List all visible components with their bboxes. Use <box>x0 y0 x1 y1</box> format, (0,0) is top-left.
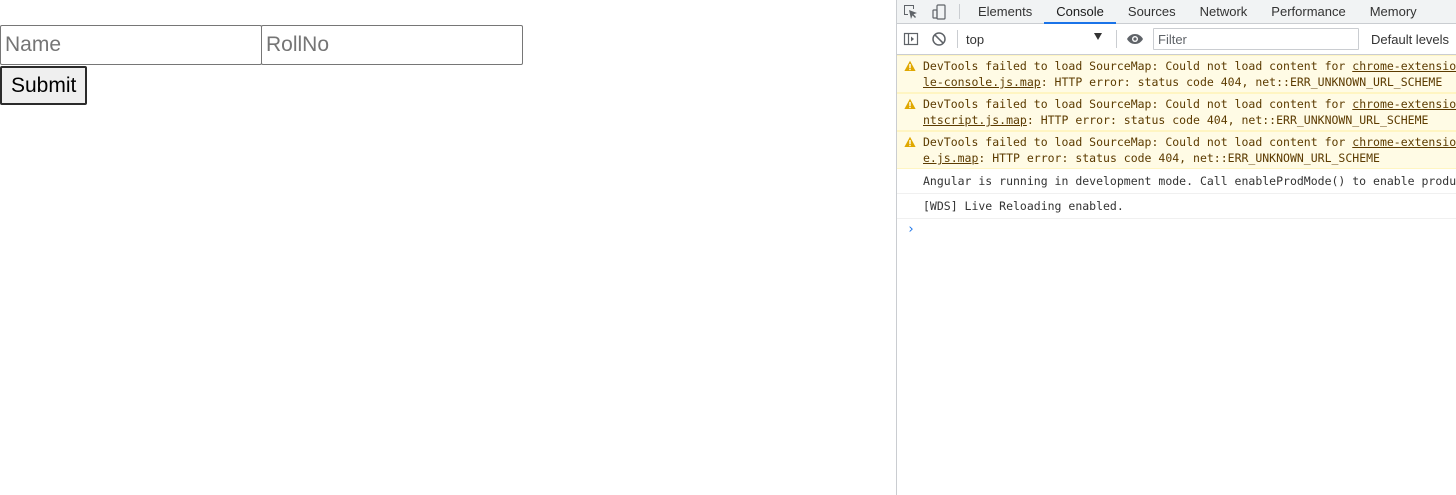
context-select-value: top <box>966 31 985 47</box>
devtools-panel: Elements Console Sources Network Perform… <box>896 0 1456 495</box>
source-link[interactable]: ntscript.js.map <box>923 113 1027 127</box>
tab-console[interactable]: Console <box>1044 0 1116 24</box>
chevron-down-icon <box>1094 33 1102 40</box>
app-viewport: Submit <box>0 0 896 495</box>
console-warning: DevTools failed to load SourceMap: Could… <box>897 131 1456 169</box>
toolbar-separator <box>1116 30 1117 48</box>
inspect-element-icon[interactable] <box>897 0 925 23</box>
devtools-tab-bar: Elements Console Sources Network Perform… <box>897 0 1456 24</box>
warning-text: : HTTP error: status code 404, net::ERR_… <box>1040 75 1443 89</box>
tab-separator <box>959 4 960 19</box>
console-log: [WDS] Live Reloading enabled. <box>897 194 1456 219</box>
tab-network[interactable]: Network <box>1188 0 1260 23</box>
input-row <box>0 25 523 65</box>
page: Submit Elements Console Sources Network <box>0 0 1456 495</box>
source-link[interactable]: e.js.map <box>923 151 978 165</box>
tab-sources[interactable]: Sources <box>1116 0 1188 23</box>
name-input[interactable] <box>0 25 262 65</box>
warning-text: DevTools failed to load SourceMap: Could… <box>923 135 1353 149</box>
show-sidebar-icon[interactable] <box>897 25 925 53</box>
console-log: Angular is running in development mode. … <box>897 169 1456 194</box>
submit-button[interactable]: Submit <box>0 66 88 105</box>
warning-icon <box>904 60 916 71</box>
console-prompt[interactable]: › <box>897 219 1456 241</box>
prompt-chevron-icon: › <box>907 222 915 237</box>
tab-elements[interactable]: Elements <box>966 0 1044 23</box>
log-text: [WDS] Live Reloading enabled. <box>923 199 1124 213</box>
warning-text: DevTools failed to load SourceMap: Could… <box>923 59 1353 73</box>
context-select[interactable]: top <box>962 28 1112 50</box>
device-toolbar-icon[interactable] <box>925 0 953 23</box>
tab-memory[interactable]: Memory <box>1358 0 1429 23</box>
source-link[interactable]: le-console.js.map <box>923 75 1041 89</box>
console-toolbar: top Default levels <box>897 24 1456 55</box>
log-text: Angular is running in development mode. … <box>923 174 1456 188</box>
console-warning: DevTools failed to load SourceMap: Could… <box>897 93 1456 131</box>
source-link[interactable]: chrome-extension://.../ <box>1352 135 1456 149</box>
source-link[interactable]: chrome-extension://.../ <box>1352 59 1456 73</box>
warning-text: DevTools failed to load SourceMap: Could… <box>923 97 1353 111</box>
warning-text: : HTTP error: status code 404, net::ERR_… <box>978 151 1380 165</box>
clear-console-icon[interactable] <box>925 25 953 53</box>
log-levels-dropdown[interactable]: Default levels <box>1371 32 1449 47</box>
source-link[interactable]: chrome-extension://.../ <box>1352 97 1456 111</box>
warning-icon <box>904 136 916 147</box>
console-filter-input[interactable] <box>1153 28 1359 50</box>
console-warning: DevTools failed to load SourceMap: Could… <box>897 55 1456 93</box>
warning-icon <box>904 98 916 109</box>
toolbar-separator <box>957 30 958 48</box>
console-messages: DevTools failed to load SourceMap: Could… <box>897 55 1456 241</box>
rollno-input[interactable] <box>261 25 523 65</box>
tab-performance[interactable]: Performance <box>1259 0 1357 23</box>
eye-icon[interactable] <box>1121 25 1149 53</box>
warning-text: : HTTP error: status code 404, net::ERR_… <box>1026 113 1429 127</box>
